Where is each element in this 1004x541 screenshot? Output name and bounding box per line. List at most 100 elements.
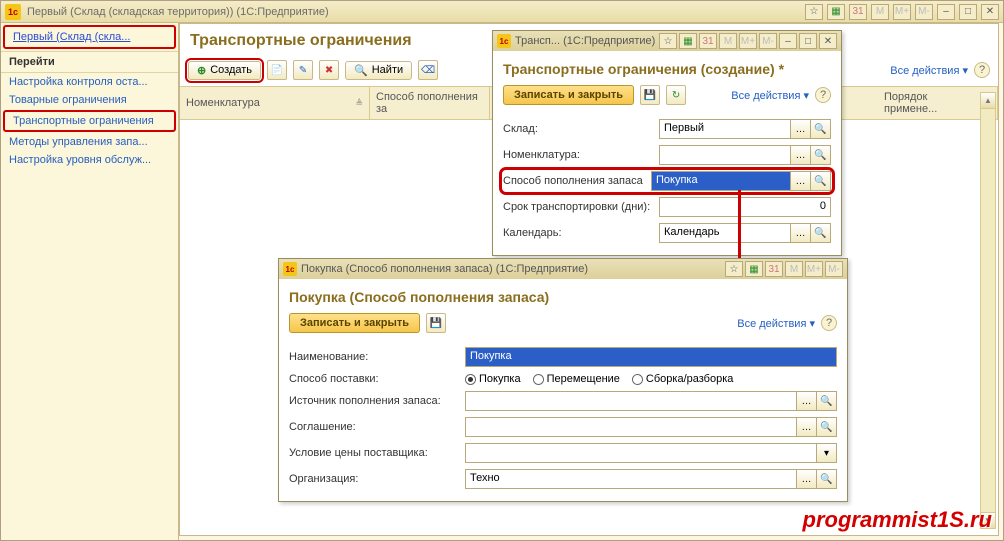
col-nomen[interactable]: Номенклатура≜	[180, 87, 370, 119]
calendar-search-icon[interactable]: 🔍	[811, 223, 831, 243]
connector-line	[738, 190, 741, 258]
find-button[interactable]: 🔍 Найти	[345, 61, 412, 80]
sidebar: Первый (Склад (скла... Перейти Настройка…	[1, 23, 179, 540]
m-icon[interactable]: M	[871, 4, 889, 20]
input-source[interactable]	[465, 391, 797, 411]
mplus-icon[interactable]: M+	[893, 4, 911, 20]
source-ellipsis-icon[interactable]: …	[797, 391, 817, 411]
radio-move[interactable]: Перемещение	[533, 373, 620, 385]
search-icon: 🔍	[354, 64, 368, 77]
edit-button[interactable]: ✎	[293, 60, 313, 80]
input-agreement[interactable]	[465, 417, 797, 437]
delete-button[interactable]: ✖	[319, 60, 339, 80]
calendar-ellipsis-icon[interactable]: …	[791, 223, 811, 243]
clear-find-button[interactable]: ⌫	[418, 60, 438, 80]
dlg2-mminus[interactable]: M-	[825, 261, 843, 277]
radio-group-supply: Покупка Перемещение Сборка/разборка	[465, 373, 733, 385]
agreement-search-icon[interactable]: 🔍	[817, 417, 837, 437]
dlg2-mplus[interactable]: M+	[805, 261, 823, 277]
dlg1-mminus[interactable]: M-	[759, 33, 777, 49]
dlg1-help-icon[interactable]: ?	[815, 87, 831, 103]
input-calendar[interactable]: Календарь	[659, 223, 791, 243]
nomen-ellipsis-icon[interactable]: …	[791, 145, 811, 165]
dlg2-all-actions[interactable]: Все действия ▾	[737, 317, 815, 330]
radio-icon	[533, 374, 544, 385]
maximize-icon[interactable]: □	[959, 4, 977, 20]
col-method[interactable]: Способ пополнения за	[370, 87, 490, 119]
dlg1-min-icon[interactable]: –	[779, 33, 797, 49]
agreement-ellipsis-icon[interactable]: …	[797, 417, 817, 437]
dlg1-all-actions[interactable]: Все действия ▾	[731, 89, 809, 102]
dlg2-logo-icon: 1c	[283, 262, 297, 276]
create-button[interactable]: ⊕ Создать	[188, 61, 261, 80]
lbl-method: Способ пополнения запаса	[503, 175, 645, 187]
price-dropdown-icon[interactable]: ▾	[817, 443, 837, 463]
lbl-nomen: Номенклатура:	[503, 149, 653, 161]
dlg1-heading: Транспортные ограничения (создание) *	[503, 57, 831, 85]
sort-icon: ≜	[355, 98, 363, 109]
sidebar-section: Перейти	[1, 51, 178, 73]
dlg2-titlebar: 1c Покупка (Способ пополнения запаса) (1…	[279, 259, 847, 279]
radio-purchase[interactable]: Покупка	[465, 373, 521, 385]
sidebar-item-1[interactable]: Товарные ограничения	[1, 91, 178, 109]
calc-icon[interactable]: ▦	[827, 4, 845, 20]
radio-icon	[632, 374, 643, 385]
sidebar-item-3[interactable]: Методы управления запа...	[1, 133, 178, 151]
main-titlebar: 1c Первый (Склад (складская территория))…	[1, 1, 1003, 23]
lbl-warehouse: Склад:	[503, 123, 653, 135]
lbl-source: Источник пополнения запаса:	[289, 395, 459, 407]
dlg2-save-close-button[interactable]: Записать и закрыть	[289, 313, 420, 333]
lbl-days: Срок транспортировки (дни):	[503, 201, 653, 213]
input-warehouse[interactable]: Первый	[659, 119, 791, 139]
dlg2-m[interactable]: M	[785, 261, 803, 277]
dlg1-refresh-icon[interactable]: ↻	[666, 85, 686, 105]
app-logo-icon: 1c	[5, 4, 21, 20]
sidebar-item-2[interactable]: Транспортные ограничения	[3, 110, 176, 132]
input-name[interactable]: Покупка	[465, 347, 837, 367]
radio-assembly[interactable]: Сборка/разборка	[632, 373, 733, 385]
scrollbar[interactable]: ▲ ▼	[980, 92, 996, 529]
dlg1-save-icon[interactable]: 💾	[640, 85, 660, 105]
sidebar-title[interactable]: Первый (Склад (скла...	[3, 25, 176, 49]
method-ellipsis-icon[interactable]: …	[791, 171, 811, 191]
input-price[interactable]	[465, 443, 817, 463]
warehouse-search-icon[interactable]: 🔍	[811, 119, 831, 139]
dlg2-cal-icon[interactable]: 31	[765, 261, 783, 277]
mminus-icon[interactable]: M-	[915, 4, 933, 20]
lbl-agreement: Соглашение:	[289, 421, 459, 433]
dlg2-help-icon[interactable]: ?	[821, 315, 837, 331]
fav-icon[interactable]: ☆	[805, 4, 823, 20]
copy-button[interactable]: 📄	[267, 60, 287, 80]
dlg1-save-close-button[interactable]: Записать и закрыть	[503, 85, 634, 105]
input-nomen[interactable]	[659, 145, 791, 165]
warehouse-ellipsis-icon[interactable]: …	[791, 119, 811, 139]
scroll-up-icon[interactable]: ▲	[981, 93, 995, 109]
minimize-icon[interactable]: –	[937, 4, 955, 20]
dlg2-calc-icon[interactable]: ▦	[745, 261, 763, 277]
dlg1-mplus[interactable]: M+	[739, 33, 757, 49]
nomen-search-icon[interactable]: 🔍	[811, 145, 831, 165]
help-icon[interactable]: ?	[974, 62, 990, 78]
dlg1-calc-icon[interactable]: ▦	[679, 33, 697, 49]
dlg1-close-icon[interactable]: ✕	[819, 33, 837, 49]
all-actions-link[interactable]: Все действия ▾	[890, 64, 968, 77]
input-org[interactable]: Техно	[465, 469, 797, 489]
org-ellipsis-icon[interactable]: …	[797, 469, 817, 489]
close-icon[interactable]: ✕	[981, 4, 999, 20]
dlg2-fav-icon[interactable]: ☆	[725, 261, 743, 277]
sidebar-item-4[interactable]: Настройка уровня обслуж...	[1, 151, 178, 169]
dlg1-m[interactable]: M	[719, 33, 737, 49]
lbl-org: Организация:	[289, 473, 459, 485]
source-search-icon[interactable]: 🔍	[817, 391, 837, 411]
lbl-calendar: Календарь:	[503, 227, 653, 239]
dlg1-fav-icon[interactable]: ☆	[659, 33, 677, 49]
org-search-icon[interactable]: 🔍	[817, 469, 837, 489]
sidebar-item-0[interactable]: Настройка контроля оста...	[1, 73, 178, 91]
dlg1-max-icon[interactable]: □	[799, 33, 817, 49]
input-method[interactable]: Покупка	[651, 171, 791, 191]
dlg2-save-icon[interactable]: 💾	[426, 313, 446, 333]
dlg1-cal-icon[interactable]: 31	[699, 33, 717, 49]
input-days[interactable]: 0	[659, 197, 831, 217]
method-search-icon[interactable]: 🔍	[811, 171, 831, 191]
calendar-icon[interactable]: 31	[849, 4, 867, 20]
